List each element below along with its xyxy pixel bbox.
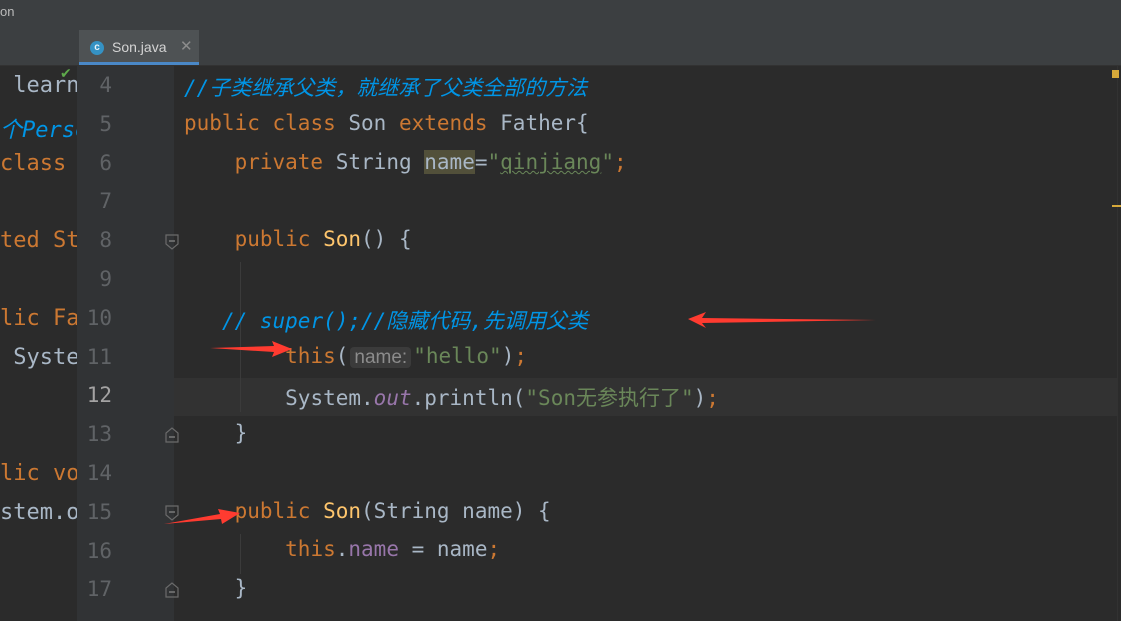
annotation-arrow-line10 (688, 312, 876, 328)
annotation-arrow-line11 (210, 341, 292, 357)
annotation-arrows (164, 312, 876, 524)
annotation-arrow-line15 (164, 509, 240, 524)
